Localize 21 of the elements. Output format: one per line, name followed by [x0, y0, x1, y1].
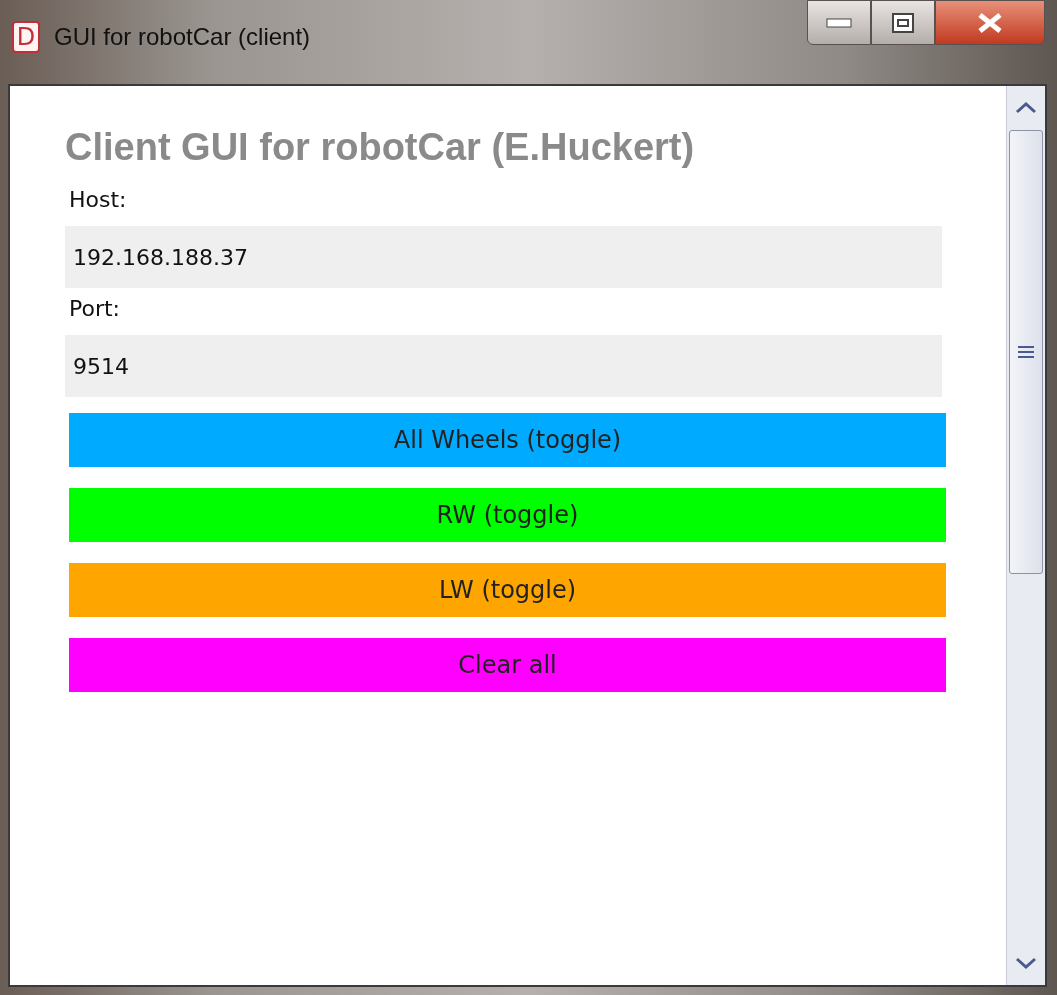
grip-icon [1018, 346, 1034, 358]
maximize-button[interactable] [871, 0, 935, 45]
page-heading: Client GUI for robotCar (E.Huckert) [65, 126, 696, 169]
field-label: Host: [69, 187, 128, 212]
minimize-button[interactable] [807, 0, 871, 45]
chevron-down-icon [1015, 957, 1037, 969]
chevron-up-icon [1015, 102, 1037, 114]
scrollbar-thumb[interactable] [1009, 130, 1043, 574]
input-field[interactable]: 9514 [65, 335, 942, 397]
window-title: GUI for robotCar (client) [54, 23, 311, 51]
close-button[interactable] [935, 0, 1045, 45]
field-label: Port: [69, 296, 122, 321]
toggle-button[interactable]: All Wheels (toggle) [69, 413, 946, 467]
input-field[interactable]: 192.168.188.37 [65, 226, 942, 288]
toggle-button[interactable]: Clear all [69, 638, 946, 692]
minimize-icon [826, 17, 852, 28]
toggle-button[interactable]: RW (toggle) [69, 488, 946, 542]
maximize-icon [892, 12, 914, 33]
app-icon: D [12, 21, 40, 53]
close-icon [977, 12, 1003, 33]
toggle-button[interactable]: LW (toggle) [69, 563, 946, 617]
